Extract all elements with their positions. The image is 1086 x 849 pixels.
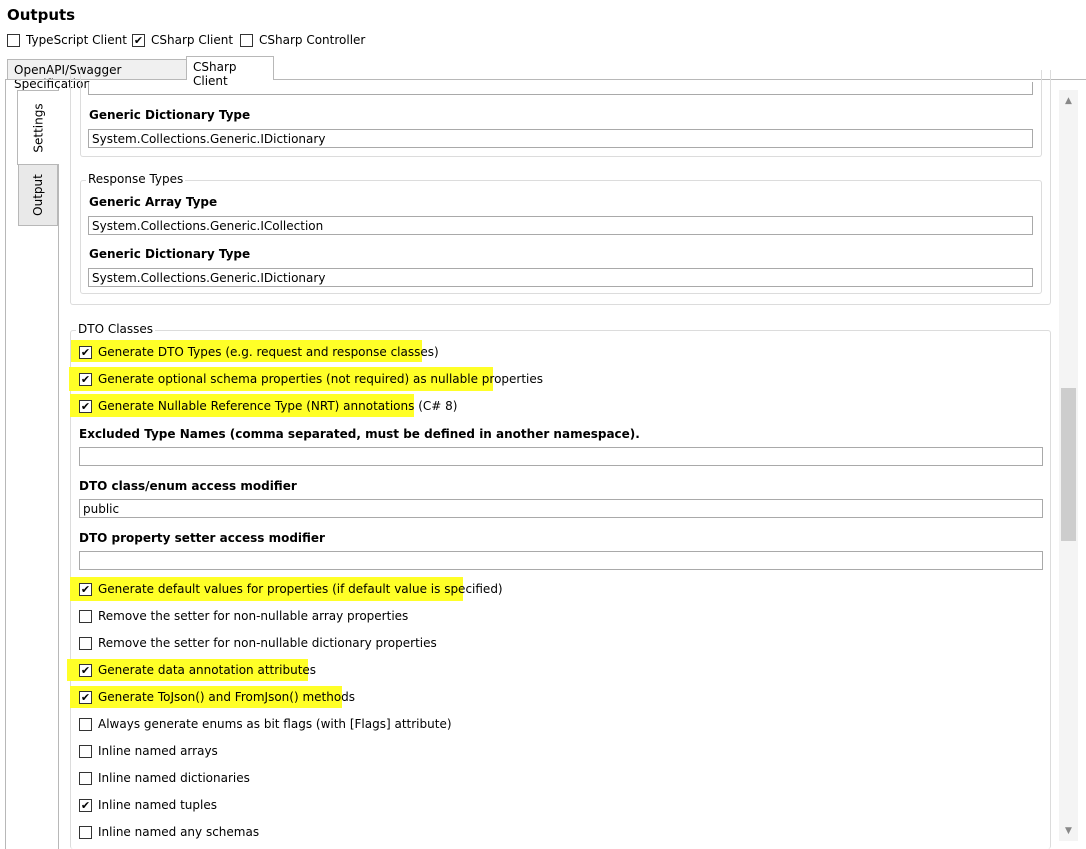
option-label: Generate default values for properties (… — [98, 582, 503, 596]
option-label: Always generate enums as bit flags (with… — [98, 717, 452, 731]
typescript-client-checkbox[interactable]: TypeScript Client — [7, 33, 127, 47]
option-label: Generate Nullable Reference Type (NRT) a… — [98, 399, 458, 413]
checkbox-box[interactable] — [79, 663, 92, 677]
class-access-modifier-input[interactable]: public — [79, 499, 1043, 518]
tab-output-label: Output — [31, 174, 45, 216]
setter-access-modifier-label: DTO property setter access modifier — [79, 531, 325, 545]
scroll-down-arrow-icon[interactable]: ▼ — [1059, 822, 1078, 839]
checkbox-box[interactable] — [79, 399, 92, 413]
data-annotations-option[interactable]: Generate data annotation attributes — [79, 662, 316, 678]
scroll-up-arrow-icon[interactable]: ▲ — [1059, 92, 1078, 109]
tab-settings-label: Settings — [31, 102, 46, 153]
option-label: Inline named arrays — [98, 744, 218, 758]
default-values-option[interactable]: Generate default values for properties (… — [79, 581, 503, 597]
excluded-types-label: Excluded Type Names (comma separated, mu… — [79, 427, 640, 441]
csharp-controller-checkbox[interactable]: CSharp Controller — [240, 33, 365, 47]
option-label: Remove the setter for non-nullable array… — [98, 609, 409, 623]
outputs-title: Outputs — [7, 6, 76, 24]
scrollbar-thumb[interactable] — [1061, 388, 1076, 541]
option-label: Generate optional schema properties (not… — [98, 372, 544, 386]
remove-dictionary-setter-option[interactable]: Remove the setter for non-nullable dicti… — [79, 635, 437, 651]
option-label: Remove the setter for non-nullable dicti… — [98, 636, 437, 650]
enum-bit-flags-option[interactable]: Always generate enums as bit flags (with… — [79, 716, 452, 732]
inline-named-dictionaries-option[interactable]: Inline named dictionaries — [79, 770, 250, 786]
excluded-types-input[interactable] — [79, 447, 1043, 466]
checkbox-box[interactable] — [79, 690, 92, 704]
option-label: Inline named tuples — [98, 798, 217, 812]
inline-named-tuples-option[interactable]: Inline named tuples — [79, 797, 217, 813]
checkbox-label: CSharp Controller — [259, 33, 366, 47]
checkbox-box[interactable] — [79, 345, 92, 359]
checkbox-label: CSharp Client — [151, 33, 234, 47]
tab-csharp-client[interactable]: CSharp Client — [186, 56, 274, 88]
checkbox-box[interactable] — [79, 744, 92, 758]
setter-access-modifier-input[interactable] — [79, 551, 1043, 570]
response-array-type-input[interactable]: System.Collections.Generic.ICollection — [88, 216, 1033, 235]
checkbox-box[interactable] — [79, 582, 92, 596]
csharp-client-checkbox[interactable]: CSharp Client — [132, 33, 233, 47]
option-label: Inline named dictionaries — [98, 771, 250, 785]
checkbox-box[interactable] — [79, 609, 92, 623]
checkbox-box[interactable] — [79, 717, 92, 731]
response-array-type-label: Generic Array Type — [89, 195, 218, 209]
response-dict-type-input[interactable]: System.Collections.Generic.IDictionary — [88, 268, 1033, 287]
optional-nullable-option[interactable]: Generate optional schema properties (not… — [79, 371, 543, 387]
checkbox-label: TypeScript Client — [26, 33, 127, 47]
settings-panel-border — [58, 88, 59, 849]
checkbox-box[interactable] — [79, 771, 92, 785]
checkbox-box[interactable] — [132, 33, 145, 47]
tab-settings[interactable]: Settings — [17, 90, 59, 165]
remove-array-setter-option[interactable]: Remove the setter for non-nullable array… — [79, 608, 408, 624]
option-label: Inline named any schemas — [98, 825, 260, 839]
option-label: Generate data annotation attributes — [98, 663, 317, 677]
request-dict-type-input[interactable]: System.Collections.Generic.IDictionary — [88, 129, 1033, 148]
inline-named-any-schemas-option[interactable]: Inline named any schemas — [79, 824, 259, 840]
checkbox-box[interactable] — [240, 33, 253, 47]
option-label: Generate DTO Types (e.g. request and res… — [98, 345, 439, 359]
request-dict-type-label: Generic Dictionary Type — [89, 108, 251, 122]
checkbox-box[interactable] — [7, 33, 20, 47]
response-dict-type-label: Generic Dictionary Type — [89, 247, 251, 261]
checkbox-box[interactable] — [79, 372, 92, 386]
option-label: Generate ToJson() and FromJson() methods — [98, 690, 356, 704]
nrt-annotations-option[interactable]: Generate Nullable Reference Type (NRT) a… — [79, 398, 457, 414]
checkbox-box[interactable] — [79, 636, 92, 650]
checkbox-box[interactable] — [79, 825, 92, 839]
generate-dto-types-option[interactable]: Generate DTO Types (e.g. request and res… — [79, 344, 439, 360]
tojson-fromjson-option[interactable]: Generate ToJson() and FromJson() methods — [79, 689, 355, 705]
dto-classes-legend: DTO Classes — [76, 322, 156, 336]
checkbox-box[interactable] — [79, 798, 92, 812]
inline-named-arrays-option[interactable]: Inline named arrays — [79, 743, 218, 759]
response-types-legend: Response Types — [86, 172, 186, 186]
tab-output[interactable]: Output — [18, 164, 58, 226]
class-access-modifier-label: DTO class/enum access modifier — [79, 479, 297, 493]
previous-field-input[interactable] — [88, 82, 1033, 95]
